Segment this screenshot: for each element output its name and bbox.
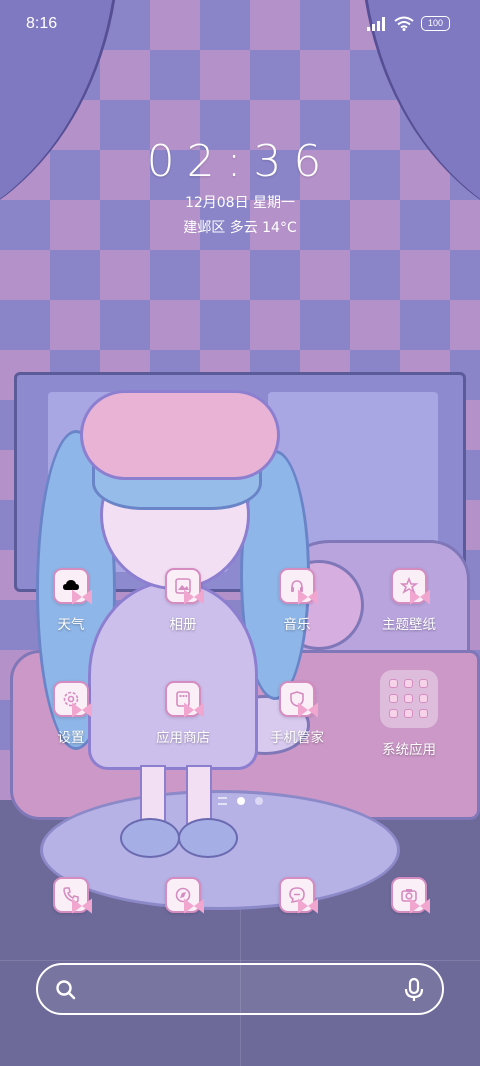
bow-decoration [72,589,92,605]
dock-phone[interactable] [16,877,126,914]
bow-decoration [410,589,430,605]
folder-mini-app [389,679,398,688]
bow-decoration [72,702,92,718]
app-store-icon [165,681,204,718]
folder-system-apps[interactable]: 系统应用 [354,670,464,758]
folder-mini-app [404,709,413,718]
browser-icon [165,877,204,914]
status-time: 8:16 [26,15,58,32]
page-indicator[interactable] [0,797,480,805]
folder-mini-app [389,694,398,703]
battery-icon: 100 [421,16,450,31]
dock-browser[interactable] [128,877,238,914]
character-slipper [120,818,180,858]
gallery-icon [165,568,204,605]
app-label: 天气 [57,617,85,633]
bow-decoration [72,898,92,914]
settings-icon [53,681,92,718]
folder-mini-app [404,694,413,703]
camera-icon [391,877,430,914]
app-label: 设置 [57,730,85,746]
messages-icon [279,877,318,914]
page-dot [254,797,263,805]
microphone-icon[interactable] [402,977,426,1003]
bow-decoration [298,589,318,605]
dock-messages[interactable] [242,877,352,914]
character-leg [140,765,166,825]
phone-icon [53,877,92,914]
folder-mini-app [419,709,428,718]
app-store[interactable]: 应用商店 [128,681,238,746]
app-music[interactable]: 音乐 [242,568,352,633]
folder-mini-app [419,679,428,688]
app-weather[interactable]: 天气 [16,568,126,633]
search-icon[interactable] [54,978,78,1002]
security-icon [279,681,318,718]
character-leg [186,765,212,825]
app-gallery[interactable]: 相册 [128,568,238,633]
bow-decoration [410,898,430,914]
bow-decoration [298,702,318,718]
folder-mini-app [389,709,398,718]
app-label: 系统应用 [382,742,436,758]
character-sleep-cap [80,390,280,480]
music-icon [279,568,318,605]
signal-icon [367,16,385,31]
app-label: 应用商店 [156,730,210,746]
wifi-icon [394,16,414,31]
folder-mini-app [404,679,413,688]
bow-decoration [298,898,318,914]
folder-icon [380,670,438,728]
search-bar[interactable] [36,963,444,1015]
app-phone-manager[interactable]: 手机管家 [242,681,352,746]
character-slipper [178,818,238,858]
app-label: 相册 [169,617,197,633]
folder-mini-app [419,694,428,703]
weather-icon [53,568,92,605]
status-bar: 8:16 100 [0,0,480,48]
status-icons: 100 [367,16,450,31]
clock-time[interactable]: 02:36 [0,136,480,187]
app-label: 主题壁纸 [382,617,436,633]
themes-icon [391,568,430,605]
app-settings[interactable]: 设置 [16,681,126,746]
dock-camera[interactable] [354,877,464,914]
app-label: 手机管家 [270,730,324,746]
bow-decoration [184,589,204,605]
page-dot-active [236,797,245,805]
bow-decoration [184,702,204,718]
clock-weather[interactable]: 建邺区 多云 14°C [0,217,480,237]
bow-decoration [184,898,204,914]
page-indicator-minus-one [217,797,227,805]
app-label: 音乐 [283,617,311,633]
app-themes[interactable]: 主题壁纸 [354,568,464,633]
clock-date: 12月08日 星期一 [184,195,296,211]
